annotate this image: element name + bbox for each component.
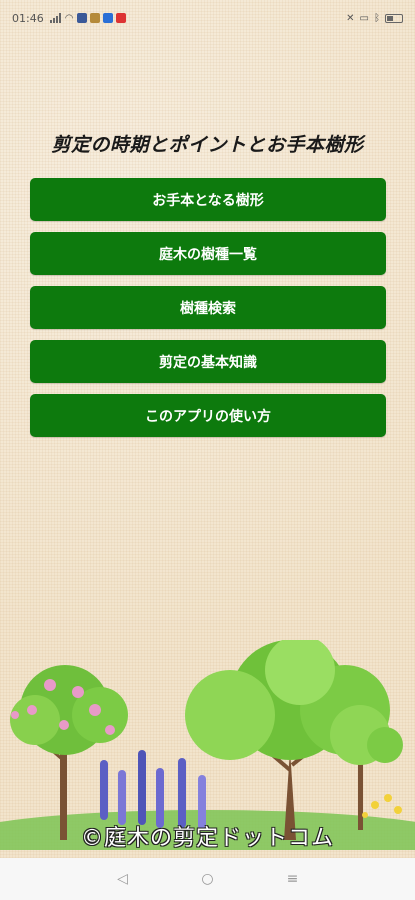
notification-icons <box>77 13 127 23</box>
system-nav-bar: ◁ ○ ≡ <box>0 858 415 900</box>
status-time: 01:46 <box>12 11 44 25</box>
page-title: 剪定の時期とポイントとお手本樹形 <box>51 134 364 156</box>
yellow-flowers-icon <box>362 794 402 818</box>
small-tree-icon <box>330 705 403 830</box>
species-search-button[interactable]: 樹種検索 <box>30 286 386 329</box>
app-icon <box>90 13 101 23</box>
status-right: ✕ ▭ ᛒ <box>346 13 403 24</box>
facebook-icon <box>77 13 88 23</box>
garden-illustration <box>0 640 415 850</box>
home-icon[interactable]: ○ <box>193 869 223 889</box>
menu-icon[interactable]: ≡ <box>278 869 308 889</box>
status-bar: 01:46 ◠ ✕ ▭ ᛒ <box>0 0 415 36</box>
model-tree-shape-button[interactable]: お手本となる樹形 <box>30 178 386 221</box>
mute-icon: ✕ <box>346 12 355 24</box>
app-icon <box>103 13 114 23</box>
copyright-text: ©庭木の剪定ドットコム <box>80 826 334 851</box>
wifi-icon: ◠ <box>64 12 74 24</box>
battery-icon <box>385 13 403 23</box>
how-to-use-button[interactable]: このアプリの使い方 <box>30 394 386 437</box>
tree-species-list-button[interactable]: 庭木の樹種一覧 <box>30 232 386 275</box>
main-menu: お手本となる樹形 庭木の樹種一覧 樹種検索 剪定の基本知識 このアプリの使い方 <box>30 178 386 448</box>
app-icon <box>116 13 127 23</box>
back-icon[interactable]: ◁ <box>108 869 138 889</box>
signal-icon <box>49 13 61 23</box>
pruning-basics-button[interactable]: 剪定の基本知識 <box>30 340 386 383</box>
vibrate-icon: ▭ <box>359 12 369 24</box>
bluetooth-icon: ᛒ <box>374 12 380 24</box>
